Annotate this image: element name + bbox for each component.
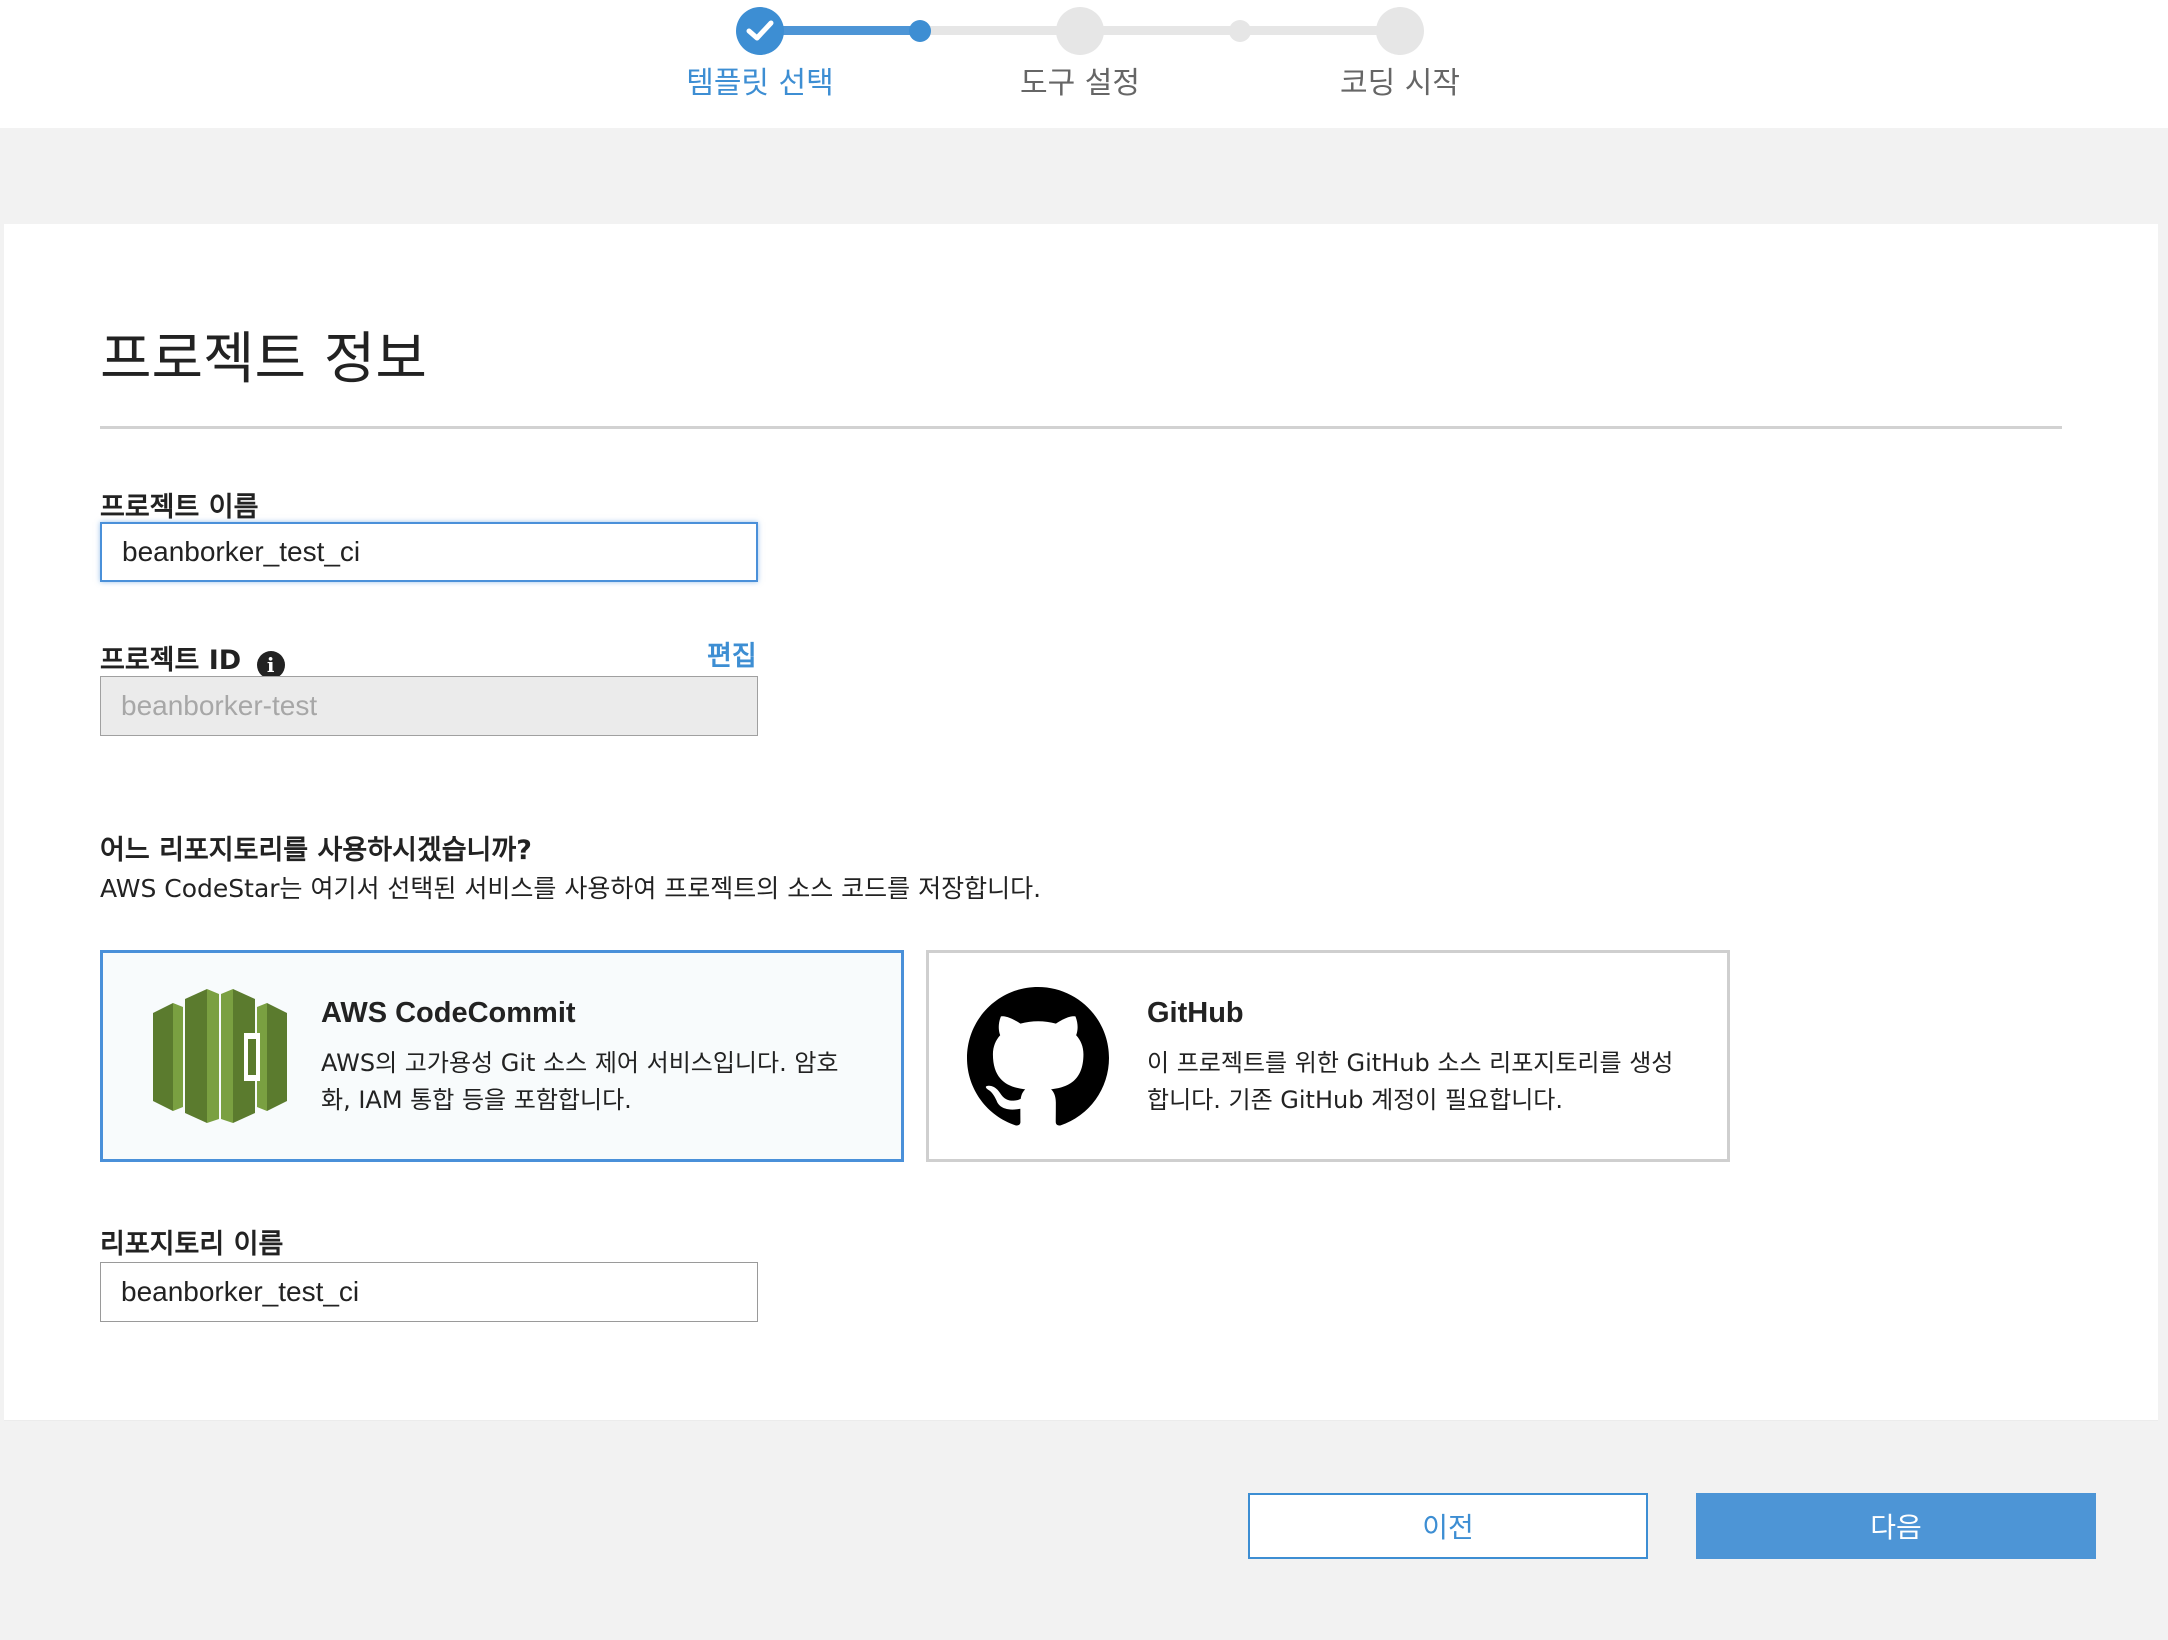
edit-project-id-link[interactable]: 편집 — [707, 634, 757, 673]
info-icon[interactable]: i — [256, 651, 285, 679]
step-connector-1-active — [760, 26, 920, 35]
next-button[interactable]: 다음 — [1696, 1493, 2096, 1559]
step-3-circle — [1376, 7, 1424, 55]
repo-option-github[interactable]: GitHub 이 프로젝트를 위한 GitHub 소스 리포지토리를 생성합니다… — [926, 950, 1730, 1162]
title-divider — [100, 426, 2062, 429]
repo-option-github-name: GitHub — [1147, 997, 1244, 1029]
project-name-label: 프로젝트 이름 — [100, 492, 259, 523]
checkmark-icon — [746, 20, 774, 41]
repository-question-description: AWS CodeStar는 여기서 선택된 서비스를 사용하여 프로젝트의 소스… — [100, 874, 1042, 903]
step-progress-dot — [909, 20, 931, 42]
project-info-card: 프로젝트 정보 프로젝트 이름 beanborker_test_ci 프로젝트 … — [4, 224, 2158, 1420]
step-2-label: 도구 설정 — [1020, 66, 1140, 101]
repo-option-codecommit-description: AWS의 고가용성 Git 소스 제어 서비스입니다. 암호화, IAM 통합 … — [321, 1049, 839, 1114]
codecommit-icon — [153, 989, 287, 1123]
step-1-label: 템플릿 선택 — [686, 66, 834, 101]
step-3-label: 코딩 시작 — [1340, 66, 1460, 101]
step-1-complete-icon — [736, 7, 784, 55]
repo-option-codecommit[interactable]: AWS CodeCommit AWS의 고가용성 Git 소스 제어 서비스입니… — [100, 950, 904, 1162]
repo-option-codecommit-name: AWS CodeCommit — [321, 997, 576, 1029]
previous-button[interactable]: 이전 — [1248, 1493, 1648, 1559]
project-id-label: 프로젝트 ID i — [100, 638, 285, 679]
step-2-circle — [1056, 7, 1104, 55]
page-title: 프로젝트 정보 — [100, 327, 427, 392]
project-id-input: beanborker-test — [100, 676, 758, 736]
project-name-input[interactable]: beanborker_test_ci — [100, 522, 758, 582]
repo-option-github-description: 이 프로젝트를 위한 GitHub 소스 리포지토리를 생성합니다. 기존 Gi… — [1147, 1049, 1674, 1114]
progress-stepper: 템플릿 선택 도구 설정 코딩 시작 — [0, 0, 2168, 128]
project-id-label-text: 프로젝트 ID — [100, 645, 242, 676]
repository-name-input[interactable]: beanborker_test_ci — [100, 1262, 758, 1322]
repository-question-title: 어느 리포지토리를 사용하시겠습니까? — [100, 835, 532, 866]
step-midpoint-dot — [1229, 20, 1251, 42]
github-icon — [967, 987, 1109, 1126]
repository-name-label: 리포지토리 이름 — [100, 1229, 284, 1260]
wizard-footer: 이전 다음 — [4, 1420, 2158, 1623]
